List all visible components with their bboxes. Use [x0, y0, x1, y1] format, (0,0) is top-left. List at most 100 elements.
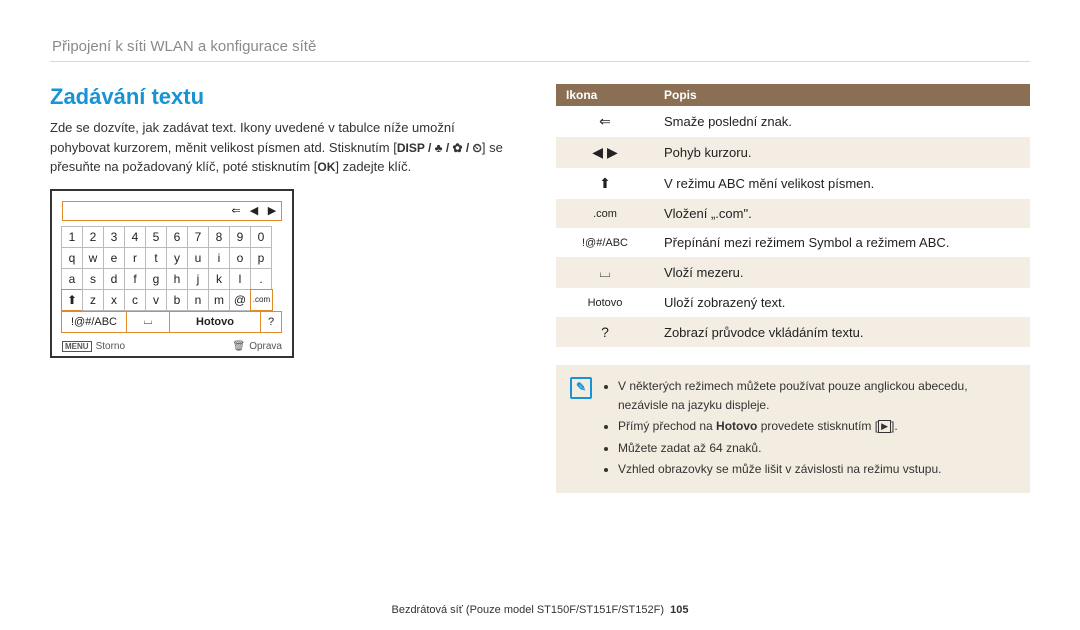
key[interactable]: s	[82, 268, 104, 290]
cursor-left-icon[interactable]: ◀	[245, 204, 263, 217]
key[interactable]: i	[208, 247, 230, 269]
keyboard-bottom-row: !@#/ABC ⌴ Hotovo ?	[62, 311, 282, 333]
key[interactable]: z	[82, 289, 104, 311]
key[interactable]: g	[145, 268, 167, 290]
table-row: HotovoUloží zobrazený text.	[556, 288, 1030, 317]
para-a: Zde se dozvíte, jak zadávat text. Ikony …	[50, 120, 455, 155]
note-icon: ✎	[570, 377, 592, 399]
note-box: ✎ V některých režimech můžete používat p…	[556, 365, 1030, 493]
mode-key[interactable]: !@#/ABC	[61, 311, 127, 333]
icon-cell: ⬆	[556, 168, 654, 199]
manual-page: Připojení k síti WLAN a konfigurace sítě…	[0, 0, 1080, 630]
key[interactable]: 4	[124, 226, 146, 248]
page-number: 105	[670, 604, 688, 616]
keyboard-row: qwertyuiop	[62, 248, 282, 269]
key[interactable]: 7	[187, 226, 209, 248]
oprava-label: 🗑 Oprava	[233, 341, 283, 352]
desc-cell: Pohyb kurzoru.	[654, 137, 1030, 168]
divider	[50, 61, 1030, 62]
key[interactable]: l	[229, 268, 251, 290]
key[interactable]: u	[187, 247, 209, 269]
keyboard-topbar: ⇐ ◀ ▶	[62, 201, 282, 221]
key[interactable]: m	[208, 289, 230, 311]
key[interactable]: a	[61, 268, 83, 290]
table-row: ⬆V režimu ABC mění velikost písmen.	[556, 168, 1030, 199]
key[interactable]: 5	[145, 226, 167, 248]
key[interactable]: q	[61, 247, 83, 269]
shift-key[interactable]: ⬆	[61, 289, 83, 311]
keyboard-row-4: ⬆ zxcvbnm @ .com	[62, 290, 282, 311]
ok-icon: OK	[317, 158, 335, 176]
key[interactable]: n	[187, 289, 209, 311]
help-key[interactable]: ?	[260, 311, 282, 333]
desc-cell: Přepínání mezi režimem Symbol a režimem …	[654, 228, 1030, 257]
key[interactable]: o	[229, 247, 251, 269]
key[interactable]: k	[208, 268, 230, 290]
keyboard-row: asdfghjkl.	[62, 269, 282, 290]
note-list: V některých režimech můžete používat pou…	[602, 377, 1016, 481]
done-key[interactable]: Hotovo	[169, 311, 261, 333]
note-item: Přímý přechod na Hotovo provedete stiskn…	[618, 417, 1016, 436]
table-row: ⇐Smaže poslední znak.	[556, 106, 1030, 137]
key[interactable]: h	[166, 268, 188, 290]
space-key[interactable]: ⌴	[126, 311, 170, 333]
desc-cell: V režimu ABC mění velikost písmen.	[654, 168, 1030, 199]
th-icon: Ikona	[556, 84, 654, 106]
dotcom-key[interactable]: .com	[250, 289, 273, 311]
key[interactable]: 3	[103, 226, 125, 248]
section-header: Připojení k síti WLAN a konfigurace sítě	[52, 38, 1030, 55]
key[interactable]: 8	[208, 226, 230, 248]
icon-cell: !@#/ABC	[556, 228, 654, 257]
at-key[interactable]: @	[229, 289, 251, 311]
footer-text: Bezdrátová síť (Pouze model ST150F/ST151…	[391, 604, 664, 616]
key[interactable]: w	[82, 247, 104, 269]
key[interactable]: x	[103, 289, 125, 311]
keyboard-footer: MENU Storno 🗑 Oprava	[62, 341, 282, 352]
key[interactable]: y	[166, 247, 188, 269]
table-row: !@#/ABCPřepínání mezi režimem Symbol a r…	[556, 228, 1030, 257]
onscreen-keyboard: ⇐ ◀ ▶ 1234567890qwertyuiopasdfghjkl. ⬆ z…	[50, 189, 294, 358]
menu-badge-icon: MENU	[62, 341, 92, 352]
key[interactable]: c	[124, 289, 146, 311]
table-row: ◀ ▶Pohyb kurzoru.	[556, 137, 1030, 168]
key[interactable]: v	[145, 289, 167, 311]
key[interactable]: 2	[82, 226, 104, 248]
key[interactable]: r	[124, 247, 146, 269]
icon-cell: ◀ ▶	[556, 137, 654, 168]
icon-cell: ?	[556, 317, 654, 347]
desc-cell: Smaže poslední znak.	[654, 106, 1030, 137]
key[interactable]: 6	[166, 226, 188, 248]
table-row: ?Zobrazí průvodce vkládáním textu.	[556, 317, 1030, 347]
page-footer: Bezdrátová síť (Pouze model ST150F/ST151…	[0, 604, 1080, 616]
icon-cell: ⌴	[556, 257, 654, 288]
desc-cell: Uloží zobrazený text.	[654, 288, 1030, 317]
key[interactable]: 0	[250, 226, 272, 248]
key[interactable]: f	[124, 268, 146, 290]
key[interactable]: e	[103, 247, 125, 269]
icon-cell: Hotovo	[556, 288, 654, 317]
direction-icons: DISP / ♣ / ✿ / ⏲	[397, 139, 482, 157]
para-c: ] zadejte klíč.	[335, 159, 411, 174]
keyboard-rows: 1234567890qwertyuiopasdfghjkl.	[62, 227, 282, 290]
desc-cell: Vložení „.com".	[654, 199, 1030, 228]
icon-cell: ⇐	[556, 106, 654, 137]
key[interactable]: 9	[229, 226, 251, 248]
table-row: ⌴Vloží mezeru.	[556, 257, 1030, 288]
key[interactable]: t	[145, 247, 167, 269]
trash-icon: 🗑	[233, 341, 246, 352]
note-item: Můžete zadat až 64 znaků.	[618, 439, 1016, 458]
key[interactable]: j	[187, 268, 209, 290]
key[interactable]: .	[250, 268, 272, 290]
cursor-right-icon[interactable]: ▶	[263, 204, 281, 217]
key[interactable]: d	[103, 268, 125, 290]
backspace-icon[interactable]: ⇐	[227, 204, 245, 217]
key[interactable]: 1	[61, 226, 83, 248]
key[interactable]: p	[250, 247, 272, 269]
note-item: V některých režimech můžete používat pou…	[618, 377, 1016, 415]
icon-table-body: ⇐Smaže poslední znak.◀ ▶Pohyb kurzoru.⬆V…	[556, 106, 1030, 347]
key[interactable]: b	[166, 289, 188, 311]
right-column: Ikona Popis ⇐Smaže poslední znak.◀ ▶Pohy…	[556, 84, 1030, 493]
table-row: .comVložení „.com".	[556, 199, 1030, 228]
left-column: Zadávání textu Zde se dozvíte, jak zadáv…	[50, 84, 510, 493]
icon-table: Ikona Popis ⇐Smaže poslední znak.◀ ▶Pohy…	[556, 84, 1030, 347]
